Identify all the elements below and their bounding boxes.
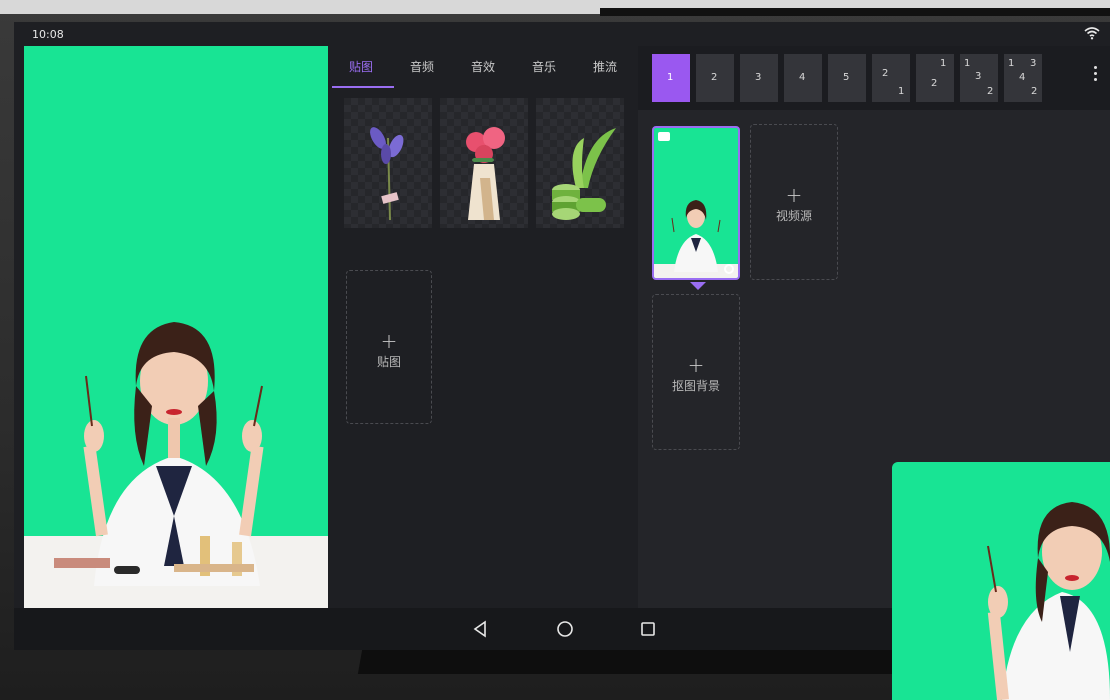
layout-num: 1 <box>1008 58 1015 69</box>
layout-num: 1 <box>964 58 971 69</box>
lavender-icon <box>370 127 404 221</box>
camera-preview[interactable] <box>24 46 328 608</box>
scene-selector: 1 2 3 4 5 2 1 1 2 1 3 2 1 3 4 2 <box>638 46 1110 110</box>
tab-sticker[interactable]: 贴图 <box>349 58 373 75</box>
tab-bar: 贴图 音频 音效 音乐 推流 <box>332 48 636 88</box>
scene-4[interactable]: 4 <box>784 54 822 102</box>
layout-two-pip[interactable]: 2 1 <box>872 54 910 102</box>
scene-5-label: 5 <box>843 72 850 83</box>
home-icon[interactable] <box>556 620 574 638</box>
device-stand <box>357 650 903 674</box>
layout-num: 1 <box>940 58 947 69</box>
layout-two-split[interactable]: 1 2 <box>916 54 954 102</box>
more-options-icon[interactable] <box>1094 66 1098 84</box>
settings-icon[interactable] <box>724 264 734 274</box>
tab-audio[interactable]: 音频 <box>410 58 434 75</box>
wifi-icon <box>1084 27 1100 40</box>
back-icon[interactable] <box>472 620 488 638</box>
scene-3[interactable]: 3 <box>740 54 778 102</box>
layout-num: 3 <box>975 71 982 82</box>
status-bar: 10:08 <box>14 22 1110 46</box>
picture-in-picture-preview[interactable] <box>892 462 1110 700</box>
layout-num: 4 <box>1019 72 1026 83</box>
plus-icon: + <box>380 329 398 353</box>
layout-num: 2 <box>882 68 889 79</box>
bezel-top-edge <box>0 0 1110 16</box>
scene-1[interactable]: 1 <box>652 54 690 102</box>
lavender-sticker[interactable] <box>344 98 432 228</box>
tab-stream[interactable]: 推流 <box>593 58 617 75</box>
tab-sound-effect[interactable]: 音效 <box>471 58 495 75</box>
scene-2[interactable]: 2 <box>696 54 734 102</box>
active-tab-indicator <box>332 86 394 88</box>
plus-icon: + <box>687 353 705 377</box>
add-sticker-label: 贴图 <box>376 355 401 369</box>
layout-three[interactable]: 1 3 2 <box>960 54 998 102</box>
scene-5[interactable]: 5 <box>828 54 866 102</box>
layout-four[interactable]: 1 3 4 2 <box>1004 54 1042 102</box>
layout-num: 2 <box>987 86 994 97</box>
add-video-source-label: 视频源 <box>775 209 812 223</box>
layout-num: 2 <box>1031 86 1038 97</box>
recents-icon[interactable] <box>640 620 656 638</box>
aloe-sticker[interactable] <box>536 98 624 228</box>
camera-icon <box>658 132 670 141</box>
camera-source-thumbnail[interactable] <box>652 126 740 280</box>
layout-num: 2 <box>931 78 938 89</box>
add-matting-background-label: 抠图背景 <box>671 379 720 393</box>
presenter-thumbnail-image <box>654 200 738 278</box>
scene-1-label: 1 <box>667 72 674 83</box>
status-time: 10:08 <box>32 28 64 41</box>
tab-music[interactable]: 音乐 <box>532 58 556 75</box>
scene-4-label: 4 <box>799 72 806 83</box>
presenter-image <box>24 322 328 608</box>
plus-icon: + <box>785 183 803 207</box>
selected-indicator-caret <box>690 282 706 290</box>
scene-2-label: 2 <box>711 72 718 83</box>
scene-3-label: 3 <box>755 72 762 83</box>
add-video-source-button[interactable]: + 视频源 <box>750 124 838 280</box>
layout-num: 3 <box>1030 58 1037 69</box>
rose-vase-icon <box>466 127 505 220</box>
layout-num: 1 <box>898 86 905 97</box>
rose-vase-sticker[interactable] <box>440 98 528 228</box>
add-matting-background-button[interactable]: + 抠图背景 <box>652 294 740 450</box>
aloe-icon <box>552 128 616 220</box>
presenter-pip-image <box>987 502 1110 700</box>
add-sticker-button[interactable]: + 贴图 <box>346 270 432 424</box>
